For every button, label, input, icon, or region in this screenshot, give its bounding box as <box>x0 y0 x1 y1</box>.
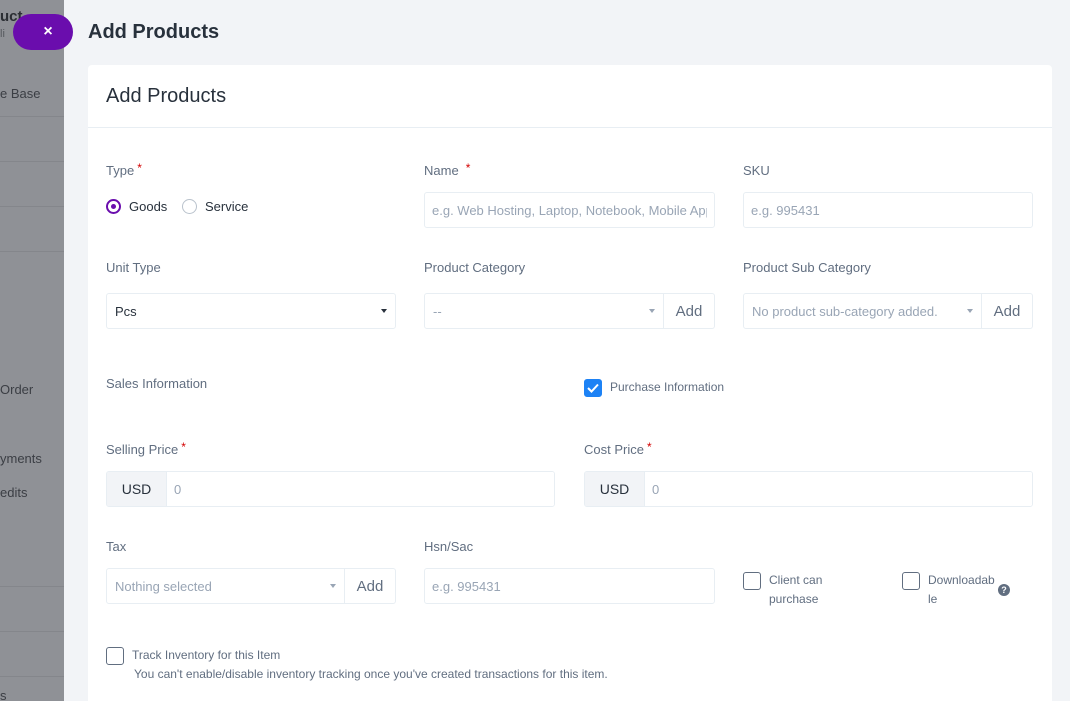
tax-select[interactable]: Nothing selected <box>106 568 345 604</box>
panel-title: Add Products <box>88 21 220 43</box>
background-app: uct li e Base Order yments edits s <box>0 0 64 701</box>
bg-nav-item: e Base <box>0 86 41 101</box>
downloadable-checkbox[interactable] <box>902 572 920 590</box>
unit-type-select[interactable]: Pcs <box>106 293 396 329</box>
name-label: Name * <box>424 161 471 178</box>
selling-price-group: USD <box>106 471 555 507</box>
unit-type-label: Unit Type <box>106 260 161 275</box>
add-tax-button[interactable]: Add <box>345 568 396 604</box>
caret-down-icon <box>649 309 655 313</box>
bg-nav-item: yments <box>0 451 42 466</box>
caret-down-icon <box>967 309 973 313</box>
required-mark: * <box>465 161 471 175</box>
bg-text: li <box>0 28 5 40</box>
type-service-radio[interactable]: Service <box>182 199 248 214</box>
name-input[interactable] <box>424 192 715 228</box>
caret-down-icon <box>381 309 387 313</box>
product-category-select[interactable]: -- <box>424 293 664 329</box>
bg-divider <box>0 116 64 117</box>
hsn-sac-label: Hsn/Sac <box>424 539 474 554</box>
required-mark: * <box>137 161 142 175</box>
radio-icon <box>182 199 197 214</box>
product-category-label: Product Category <box>424 260 526 275</box>
card-header: Add Products <box>88 65 1052 128</box>
cost-price-label: Cost Price * <box>584 440 652 457</box>
type-label: Type * <box>106 161 142 178</box>
selling-price-label: Selling Price * <box>106 440 186 457</box>
card-title: Add Products <box>106 84 227 107</box>
add-products-panel: Add Products Add Products Type * Goods Se… <box>64 0 1070 701</box>
bg-nav-item: s <box>0 688 7 701</box>
bg-divider <box>0 251 64 252</box>
cost-price-input[interactable] <box>645 472 1032 506</box>
bg-divider <box>0 631 64 632</box>
bg-nav-item: edits <box>0 485 28 500</box>
required-mark: * <box>646 440 652 454</box>
product-sub-category-label: Product Sub Category <box>743 260 871 275</box>
purchase-information-label: Purchase Information <box>610 380 725 394</box>
caret-down-icon <box>330 584 336 588</box>
client-can-purchase-checkbox[interactable] <box>743 572 761 590</box>
track-inventory-note: You can't enable/disable inventory track… <box>134 667 608 681</box>
add-category-button[interactable]: Add <box>664 293 715 329</box>
purchase-information-checkbox[interactable] <box>584 379 602 397</box>
downloadable-label: Downloadab le <box>928 573 995 606</box>
currency-addon: USD <box>107 472 167 506</box>
required-mark: * <box>181 440 186 454</box>
bg-divider <box>0 206 64 207</box>
bg-nav-item: Order <box>0 382 34 397</box>
bg-divider <box>0 586 64 587</box>
check-icon <box>587 383 599 393</box>
selling-price-input[interactable] <box>167 472 554 506</box>
close-icon: × <box>43 23 53 40</box>
client-can-purchase-label: Client can purchase <box>769 573 823 606</box>
sku-input[interactable] <box>743 192 1033 228</box>
sku-label: SKU <box>743 163 770 178</box>
hsn-sac-input[interactable] <box>424 568 715 604</box>
close-panel-button[interactable]: × <box>13 14 73 50</box>
cost-price-group: USD <box>584 471 1033 507</box>
track-inventory-label: Track Inventory for this Item <box>132 648 281 662</box>
bg-divider <box>0 676 64 677</box>
currency-addon: USD <box>585 472 645 506</box>
form-card: Add Products Type* Goods Service Name* S… <box>88 65 1052 701</box>
tax-label: Tax <box>106 539 127 554</box>
sales-information-label: Sales Information <box>106 376 208 391</box>
product-sub-category-select[interactable]: No product sub-category added. <box>743 293 982 329</box>
radio-checked-icon <box>106 199 121 214</box>
help-icon[interactable]: ? <box>998 584 1010 596</box>
type-goods-radio[interactable]: Goods <box>106 199 167 214</box>
add-sub-category-button[interactable]: Add <box>982 293 1033 329</box>
bg-divider <box>0 161 64 162</box>
track-inventory-checkbox[interactable] <box>106 647 124 665</box>
